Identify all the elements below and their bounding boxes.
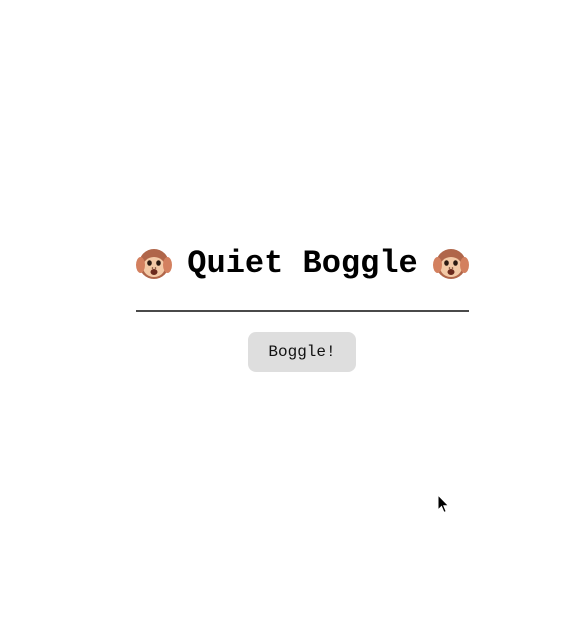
page-title: Quiet Boggle (187, 244, 418, 282)
hear-no-evil-monkey-icon (136, 249, 172, 279)
header-divider (136, 310, 469, 312)
hear-no-evil-monkey-icon (433, 249, 469, 279)
mouse-pointer-icon (437, 494, 450, 514)
boggle-button[interactable]: Boggle! (248, 332, 356, 372)
app-root: Quiet Boggle Boggle! (0, 0, 579, 644)
page-header: Quiet Boggle (136, 238, 469, 288)
